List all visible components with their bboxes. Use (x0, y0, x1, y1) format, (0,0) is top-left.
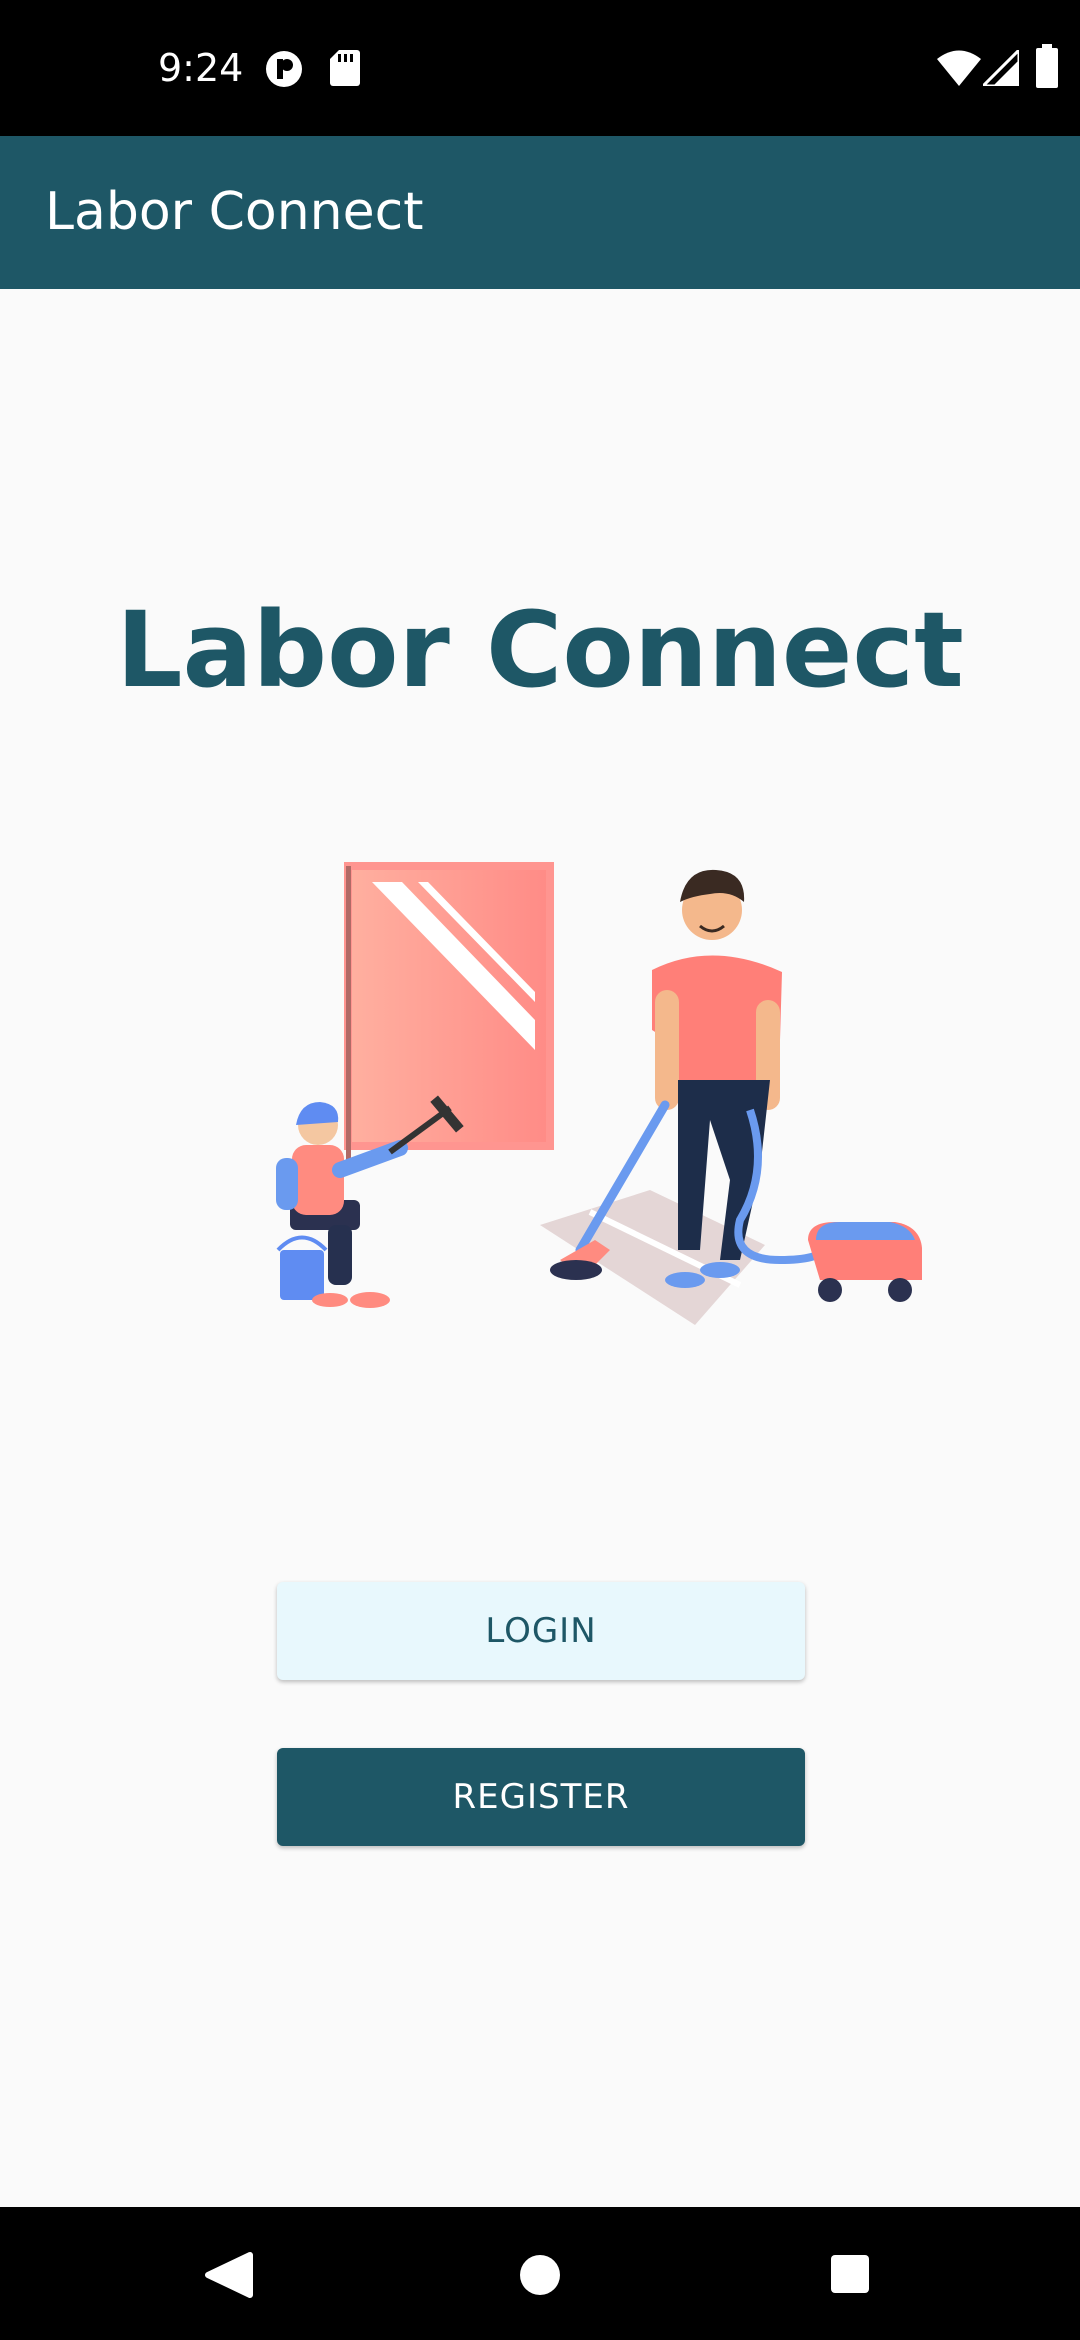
home-icon[interactable] (475, 2207, 605, 2340)
signal-icon (983, 50, 1019, 86)
login-button[interactable]: LOGIN (277, 1582, 805, 1680)
recents-icon[interactable] (785, 2207, 915, 2340)
status-bar: 9:24 (0, 0, 1080, 136)
wifi-icon (937, 50, 981, 86)
status-time: 9:24 (158, 46, 244, 90)
register-button[interactable]: REGISTER (277, 1748, 805, 1846)
screen: 9:24 Labor Connect Labor Connect LOGIN R… (0, 0, 1080, 2340)
app-bar-title: Labor Connect (45, 182, 424, 242)
data-saver-icon (266, 51, 302, 87)
navigation-bar (0, 2207, 1080, 2340)
sd-card-icon (330, 50, 360, 86)
back-icon[interactable] (160, 2207, 290, 2340)
page-title: Labor Connect (116, 589, 964, 711)
app-bar: Labor Connect (0, 136, 1080, 289)
workers-cleaning-illustration (276, 862, 922, 1325)
battery-icon (1036, 44, 1058, 88)
